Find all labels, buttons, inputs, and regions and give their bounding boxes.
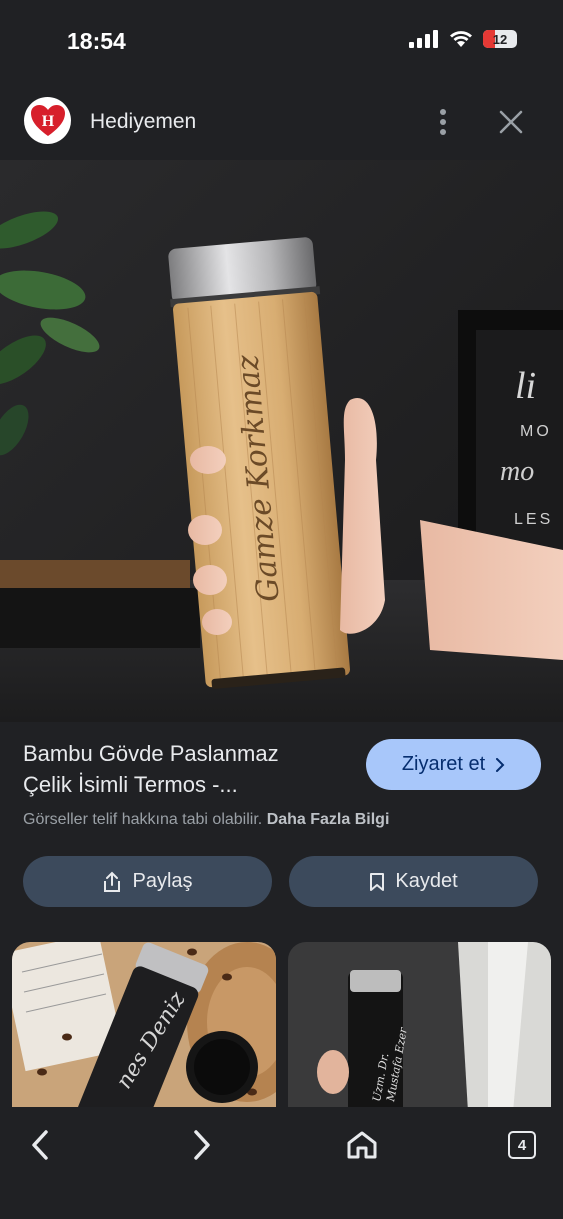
bottom-navigation: 4 bbox=[0, 1107, 563, 1219]
svg-text:mo: mo bbox=[500, 456, 534, 487]
save-button[interactable]: Kaydet bbox=[289, 856, 538, 907]
svg-text:MO: MO bbox=[520, 423, 552, 440]
visit-label: Ziyaret et bbox=[401, 753, 486, 775]
product-title[interactable]: Bambu Gövde Paslanmaz Çelik İsimli Termo… bbox=[23, 738, 343, 800]
copyright-text: Görseller telif hakkına tabi olabilir. bbox=[23, 811, 263, 828]
status-time: 18:54 bbox=[67, 28, 126, 54]
battery-icon: 12 bbox=[483, 30, 517, 48]
save-label: Kaydet bbox=[395, 870, 458, 892]
signal-icon bbox=[409, 30, 438, 48]
tabs-button[interactable]: 4 bbox=[502, 1125, 542, 1165]
battery-level: 12 bbox=[492, 31, 508, 47]
related-image-2[interactable]: Uzm. Dr. Mustafa Ezer bbox=[288, 942, 551, 1112]
thermos-photo: li MO mo LES Gamze Korkmaz bbox=[0, 160, 563, 722]
heart-logo-icon: H bbox=[30, 104, 65, 136]
product-image[interactable]: li MO mo LES Gamze Korkmaz bbox=[0, 160, 563, 722]
close-icon[interactable] bbox=[496, 107, 526, 137]
status-bar: 18:54 12 bbox=[0, 0, 563, 85]
forward-button[interactable] bbox=[182, 1125, 222, 1165]
share-button[interactable]: Paylaş bbox=[23, 856, 272, 907]
site-name[interactable]: Hediyemen bbox=[90, 110, 196, 134]
system-icons: 12 bbox=[409, 30, 517, 48]
more-info-link[interactable]: Daha Fazla Bilgi bbox=[267, 811, 390, 828]
back-button[interactable] bbox=[20, 1125, 60, 1165]
share-label: Paylaş bbox=[132, 870, 193, 892]
product-title-line1: Bambu Gövde Paslanmaz bbox=[23, 741, 279, 766]
more-options-icon[interactable] bbox=[430, 107, 456, 137]
copyright-notice: Görseller telif hakkına tabi olabilir. D… bbox=[23, 811, 389, 829]
wifi-icon bbox=[450, 31, 472, 47]
svg-text:li: li bbox=[515, 365, 536, 407]
product-title-line2: Çelik İsimli Termos -... bbox=[23, 772, 238, 797]
tabs-count-icon: 4 bbox=[508, 1131, 536, 1159]
svg-text:H: H bbox=[41, 113, 54, 130]
source-header: H Hediyemen bbox=[0, 85, 563, 160]
share-icon bbox=[104, 871, 121, 892]
engraved-thermos-photo: Uzm. Dr. Mustafa Ezer bbox=[288, 942, 551, 1112]
chevron-right-icon bbox=[496, 757, 505, 772]
chevron-left-icon bbox=[32, 1130, 48, 1160]
home-icon bbox=[347, 1131, 377, 1159]
site-logo[interactable]: H bbox=[24, 97, 71, 144]
svg-text:LES: LES bbox=[514, 511, 553, 528]
home-button[interactable] bbox=[342, 1125, 382, 1165]
chevron-right-nav-icon bbox=[194, 1130, 210, 1160]
related-image-1[interactable]: nes Deniz bbox=[12, 942, 276, 1112]
bookmark-icon bbox=[370, 872, 385, 891]
black-thermos-photo: nes Deniz bbox=[12, 942, 276, 1112]
visit-button[interactable]: Ziyaret et bbox=[366, 739, 541, 790]
